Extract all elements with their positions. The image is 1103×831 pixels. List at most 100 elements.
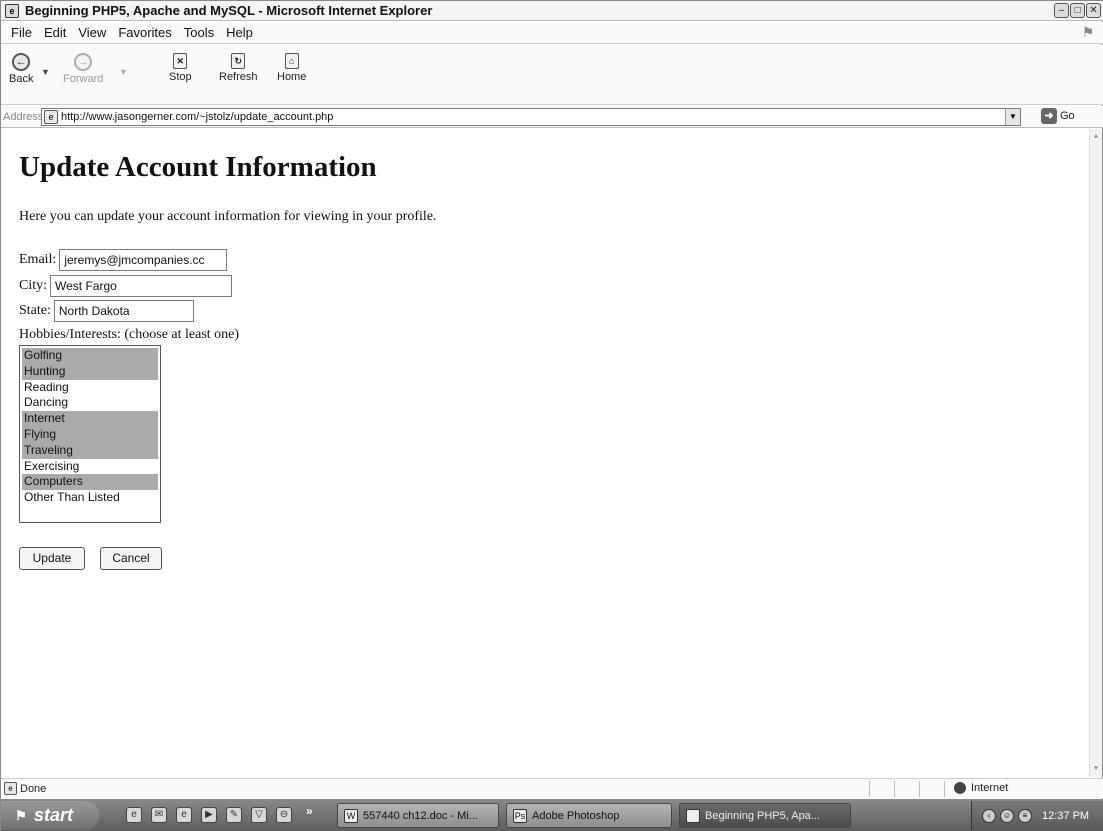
- start-button[interactable]: ⚑ start: [1, 801, 99, 830]
- status-divider: [919, 781, 920, 797]
- quicklaunch-player-icon[interactable]: ▶: [201, 807, 217, 823]
- address-label: Address: [3, 110, 44, 123]
- menu-view[interactable]: View: [72, 25, 112, 40]
- globe-icon: [954, 782, 966, 794]
- security-zone: Internet: [954, 782, 1008, 794]
- quicklaunch-ie-icon[interactable]: e: [126, 807, 142, 823]
- forward-label: Forward: [63, 73, 104, 85]
- taskbar: ⚑ start e ✉ e ▶ ✎ ▽ ⊖ » W 557440 ch12.do…: [1, 799, 1103, 831]
- toolbar: ← Back ▼ → Forward ▼ ✕ Stop ↻ Refresh ⌂ …: [1, 45, 1103, 105]
- menu-help[interactable]: Help: [220, 25, 259, 40]
- windows-flag-icon: ⚑: [1081, 24, 1095, 40]
- state-field[interactable]: North Dakota: [53, 300, 194, 322]
- menu-bar: File Edit View Favorites Tools Help ⚑: [1, 22, 1103, 44]
- email-row: Email: jeremys@jmcompanies.cc: [19, 249, 228, 271]
- minimize-icon[interactable]: –: [1054, 3, 1069, 18]
- browser-window: e Beginning PHP5, Apache and MySQL - Mic…: [0, 0, 1103, 831]
- tray-network-icon[interactable]: ≡: [1018, 808, 1032, 823]
- address-dropdown-icon[interactable]: ▼: [1005, 109, 1020, 125]
- tray-back-icon[interactable]: ‹: [982, 808, 996, 823]
- task-label: Adobe Photoshop: [532, 809, 620, 822]
- photoshop-icon: Ps: [513, 808, 527, 823]
- refresh-icon: ↻: [231, 53, 246, 69]
- tray-user-icon[interactable]: ☺: [1000, 808, 1014, 823]
- menu-file[interactable]: File: [5, 25, 38, 40]
- hobby-option[interactable]: Other Than Listed: [22, 490, 158, 506]
- quicklaunch-app-icon[interactable]: ⊖: [276, 807, 292, 823]
- scroll-down-icon[interactable]: ▼: [1090, 763, 1102, 775]
- status-divider: [894, 781, 895, 797]
- forward-button[interactable]: → Forward: [63, 53, 103, 85]
- task-internet-explorer[interactable]: e Beginning PHP5, Apa...: [679, 803, 851, 828]
- back-label: Back: [9, 73, 34, 85]
- scroll-up-icon[interactable]: ▲: [1090, 131, 1102, 143]
- quicklaunch-paint-icon[interactable]: ✎: [226, 807, 242, 823]
- stop-label: Stop: [169, 71, 192, 83]
- window-controls: – □ ✕: [1054, 3, 1101, 18]
- page-title: Update Account Information: [19, 151, 377, 183]
- title-bar: e Beginning PHP5, Apache and MySQL - Mic…: [1, 1, 1103, 21]
- state-row: State: North Dakota: [19, 300, 194, 322]
- hobbies-label: Hobbies/Interests: (choose at least one): [19, 327, 240, 342]
- status-divider: [869, 781, 870, 797]
- state-label: State:: [19, 303, 51, 318]
- menu-tools[interactable]: Tools: [178, 25, 220, 40]
- forward-dropdown-icon[interactable]: ▼: [119, 67, 128, 77]
- address-url[interactable]: http://www.jasongerner.com/~jstolz/updat…: [61, 111, 333, 123]
- task-photoshop[interactable]: Ps Adobe Photoshop: [506, 803, 672, 828]
- hobby-option[interactable]: Hunting: [22, 363, 158, 380]
- forward-arrow-icon: →: [74, 53, 93, 71]
- task-label: 557440 ch12.doc - Mi...: [363, 809, 478, 822]
- address-bar: Address e http://www.jasongerner.com/~js…: [1, 106, 1103, 128]
- back-dropdown-icon[interactable]: ▼: [41, 67, 50, 77]
- city-row: City: West Fargo: [19, 275, 233, 297]
- hobby-option[interactable]: Exercising: [22, 459, 158, 475]
- quicklaunch-filter-icon[interactable]: ▽: [251, 807, 267, 823]
- quicklaunch-more-icon[interactable]: »: [306, 804, 313, 818]
- go-button[interactable]: ➜ Go: [1041, 108, 1075, 124]
- quicklaunch-browser-icon[interactable]: e: [176, 807, 192, 823]
- intro-text: Here you can update your account informa…: [19, 209, 437, 224]
- hobby-option[interactable]: Flying: [22, 426, 158, 443]
- email-label: Email:: [19, 252, 57, 267]
- maximize-icon[interactable]: □: [1070, 3, 1085, 18]
- refresh-button[interactable]: ↻ Refresh: [219, 53, 258, 83]
- status-text: Done: [20, 782, 47, 795]
- update-button[interactable]: Update: [19, 547, 85, 570]
- close-icon[interactable]: ✕: [1086, 3, 1101, 18]
- status-bar: e Done Internet: [1, 778, 1103, 798]
- go-label: Go: [1060, 110, 1075, 122]
- city-label: City:: [19, 278, 48, 293]
- word-doc-icon: W: [344, 808, 358, 823]
- menu-favorites[interactable]: Favorites: [112, 25, 177, 40]
- home-label: Home: [277, 71, 307, 83]
- hobbies-listbox[interactable]: Golfing Hunting Reading Dancing Internet Flyi…: [19, 345, 161, 523]
- hobby-option[interactable]: Dancing: [22, 395, 158, 411]
- hobby-option[interactable]: Reading: [22, 380, 158, 396]
- email-field[interactable]: jeremys@jmcompanies.cc: [59, 249, 228, 271]
- hobby-option[interactable]: Internet: [22, 411, 158, 427]
- home-button[interactable]: ⌂ Home: [277, 53, 306, 83]
- hobby-option[interactable]: Golfing: [22, 348, 158, 364]
- task-label: Beginning PHP5, Apa...: [705, 809, 820, 822]
- task-word-document[interactable]: W 557440 ch12.doc - Mi...: [337, 803, 499, 828]
- page-status-icon: e: [4, 782, 17, 795]
- hobby-option[interactable]: Traveling: [22, 442, 158, 459]
- vertical-scrollbar[interactable]: ▲ ▼: [1089, 129, 1102, 777]
- quicklaunch-outlook-icon[interactable]: ✉: [151, 807, 167, 823]
- ie-icon: e: [5, 3, 19, 18]
- back-button[interactable]: ← Back: [9, 53, 33, 85]
- system-tray: ‹ ☺ ≡ 12:37 PM: [971, 801, 1103, 830]
- address-input[interactable]: e http://www.jasongerner.com/~jstolz/upd…: [41, 108, 1021, 126]
- hobby-option[interactable]: Computers: [22, 474, 158, 491]
- stop-button[interactable]: ✕ Stop: [169, 53, 192, 83]
- page-content: Update Account Information Here you can …: [1, 129, 1091, 777]
- status-divider: [944, 781, 945, 797]
- window-title: Beginning PHP5, Apache and MySQL - Micro…: [25, 3, 433, 18]
- windows-flag-icon: ⚑: [15, 807, 27, 823]
- menu-edit[interactable]: Edit: [38, 25, 72, 40]
- city-field[interactable]: West Fargo: [50, 275, 233, 297]
- start-label: start: [34, 805, 74, 825]
- cancel-button[interactable]: Cancel: [100, 547, 162, 570]
- ie-icon: e: [686, 808, 700, 823]
